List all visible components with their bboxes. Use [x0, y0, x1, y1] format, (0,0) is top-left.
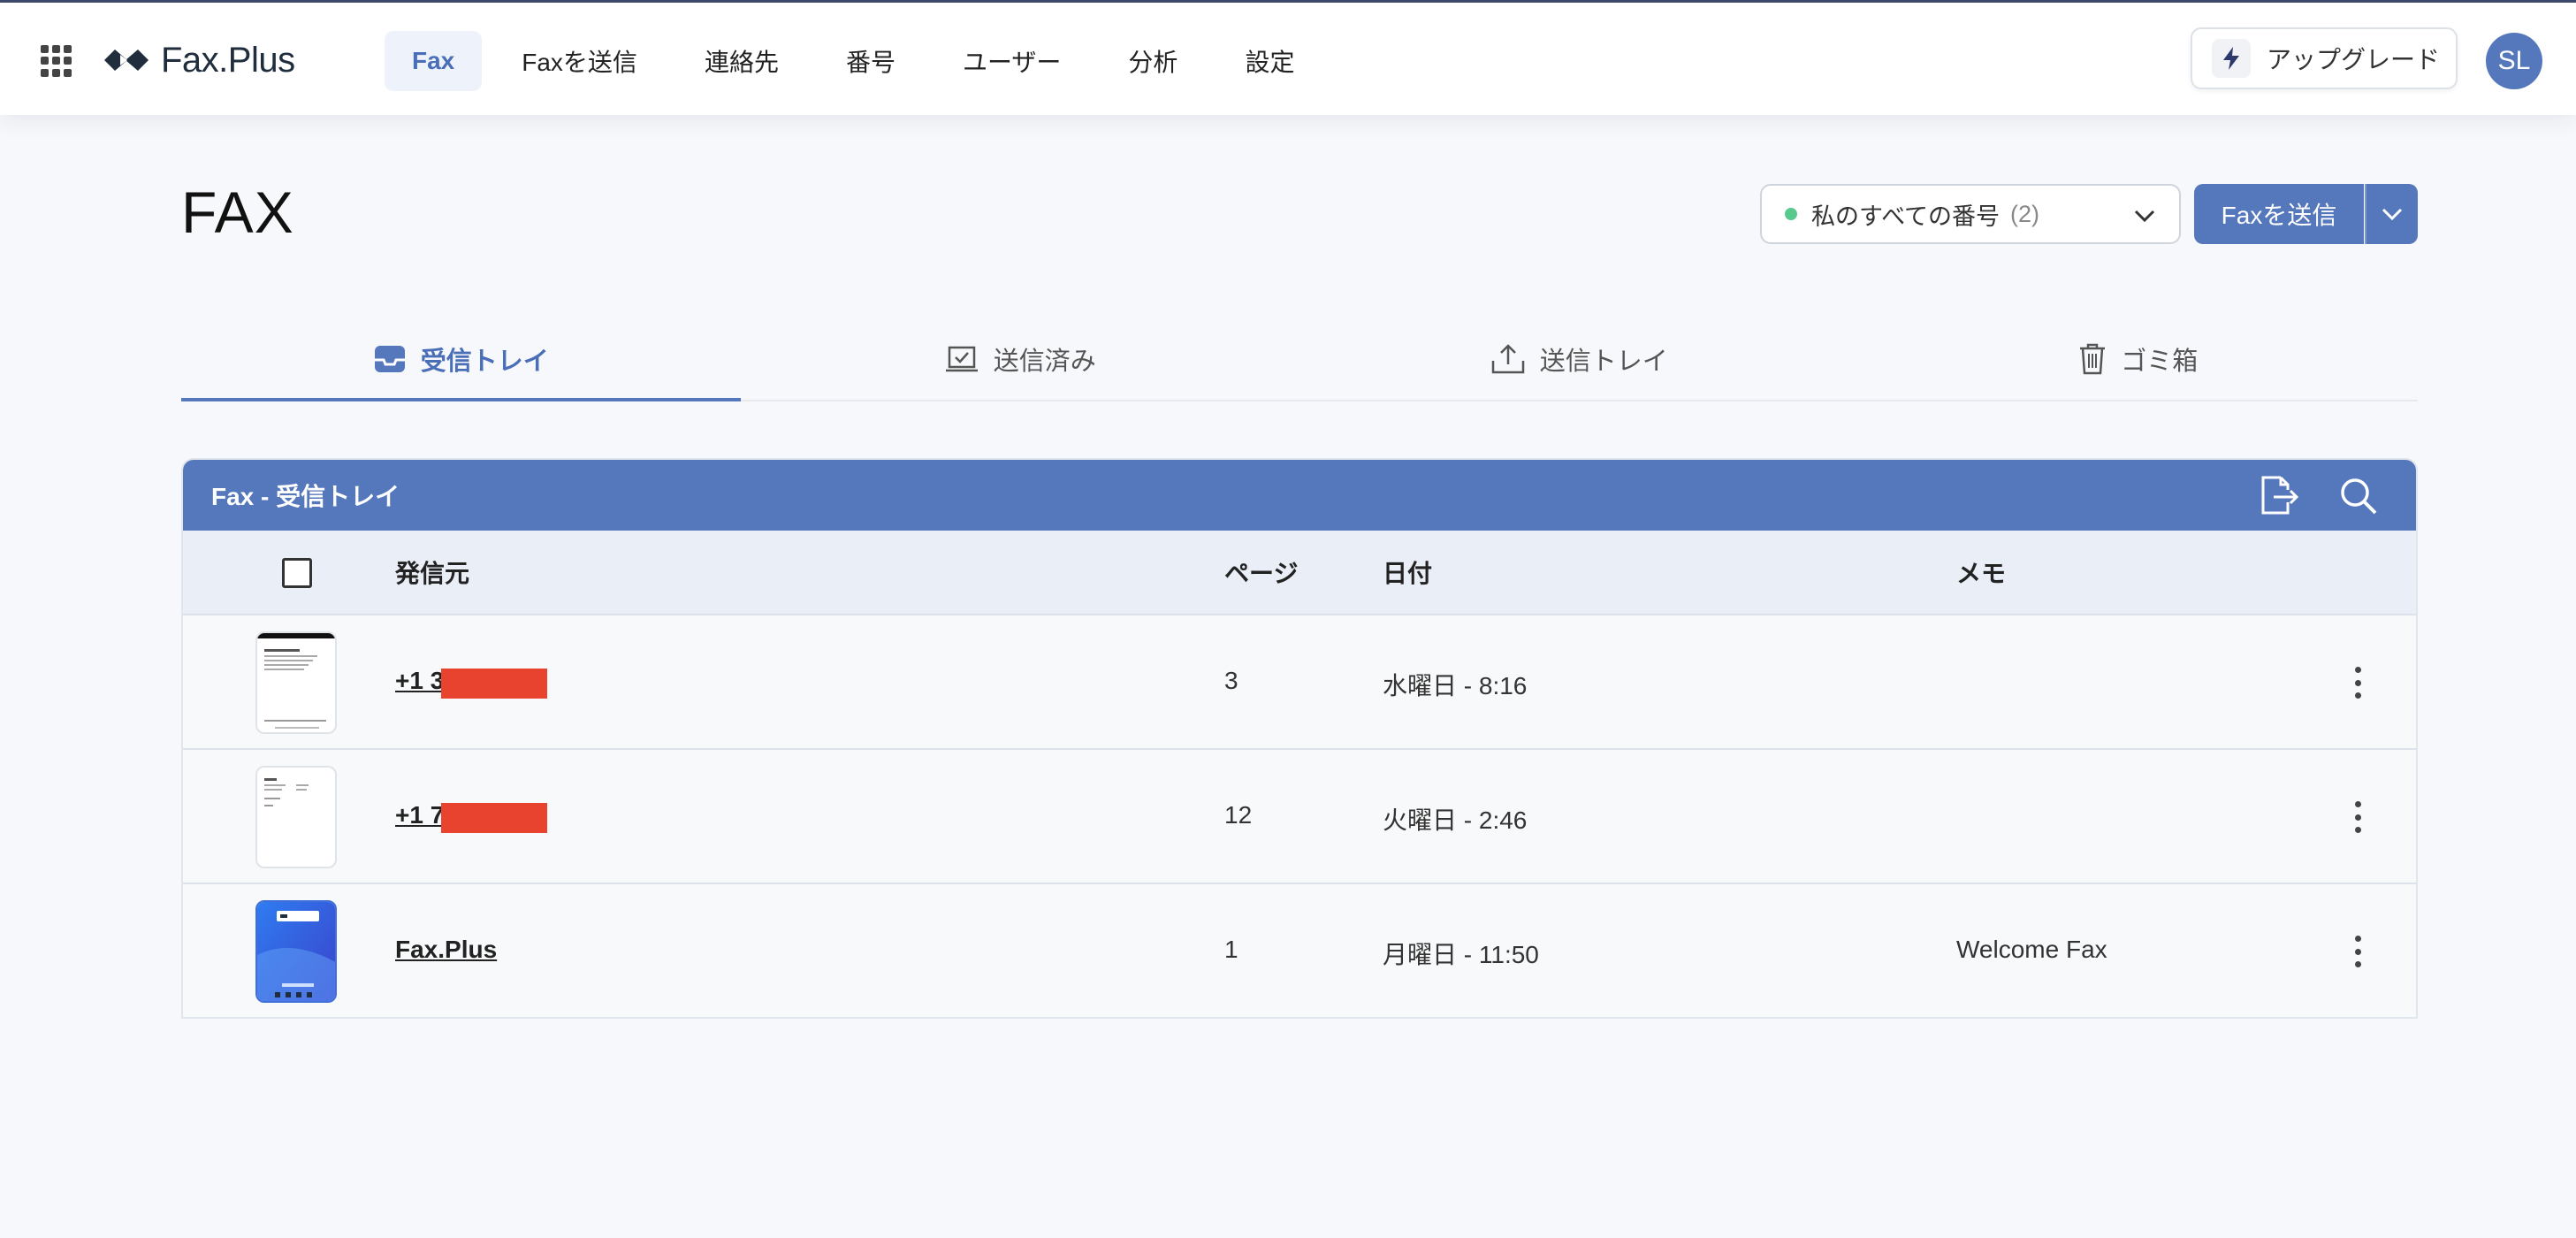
document-preview-icon — [264, 778, 309, 806]
nav-analytics[interactable]: 分析 — [1101, 31, 1205, 91]
welcome-fax-preview-icon — [257, 902, 335, 1001]
table-row[interactable]: +1 7 66 12 火曜日 - 2:46 — [183, 750, 2416, 884]
page-count: 1 — [1224, 936, 1238, 963]
fax-thumbnail[interactable] — [255, 766, 337, 868]
tab-outbox[interactable]: 送信トレイ — [1299, 318, 1859, 400]
more-vertical-icon[interactable] — [2347, 663, 2368, 702]
table-title: Fax - 受信トレイ — [211, 483, 400, 510]
upgrade-label: アップグレード — [2267, 46, 2441, 73]
page-count: 3 — [1224, 667, 1238, 694]
fax-thumbnail[interactable] — [255, 900, 337, 1003]
top-navbar: Fax.Plus Fax Faxを送信 連絡先 番号 ユーザー 分析 設定 アッ… — [0, 3, 2576, 115]
upgrade-button[interactable]: アップグレード — [2191, 27, 2458, 89]
nav-settings[interactable]: 設定 — [1217, 31, 1322, 91]
chevron-down-icon — [2382, 208, 2403, 221]
more-vertical-icon[interactable] — [2347, 932, 2368, 971]
table-row[interactable]: Fax.Plus 1 月曜日 - 11:50 Welcome Fax — [183, 884, 2416, 1017]
number-filter-select[interactable]: 私のすべての番号 (2) — [1760, 184, 2181, 244]
chevron-down-icon — [2134, 210, 2155, 223]
column-date[interactable]: 日付 — [1383, 554, 1432, 590]
more-vertical-icon[interactable] — [2347, 798, 2368, 837]
fax-table: Fax - 受信トレイ 発信元 ページ 日付 メモ +1 3 00 3 水曜日 … — [181, 458, 2418, 1019]
upload-icon — [1491, 344, 1524, 374]
tab-inbox-label: 受信トレイ — [420, 348, 549, 376]
folder-tabs: 受信トレイ 送信済み 送信トレイ ゴミ箱 — [181, 318, 2418, 401]
faxplus-logo-icon — [104, 50, 149, 71]
app-logo[interactable]: Fax.Plus — [101, 38, 295, 82]
trash-icon — [2080, 343, 2106, 375]
inbox-icon — [374, 346, 405, 372]
tab-sent-label: 送信済み — [993, 348, 1096, 376]
column-memo[interactable]: メモ — [1956, 554, 2006, 590]
memo-text: Welcome Fax — [1956, 936, 2107, 963]
tab-inbox[interactable]: 受信トレイ — [181, 318, 741, 401]
status-dot-icon — [1785, 208, 1797, 220]
nav-fax[interactable]: Fax — [385, 31, 483, 91]
nav-users[interactable]: ユーザー — [935, 31, 1088, 91]
fax-thumbnail[interactable] — [255, 631, 337, 734]
export-icon[interactable] — [2256, 474, 2300, 516]
send-fax-button[interactable]: Faxを送信 — [2194, 184, 2364, 244]
table-row[interactable]: +1 3 00 3 水曜日 - 8:16 — [183, 615, 2416, 750]
page-count: 12 — [1224, 801, 1253, 829]
number-filter-count: (2) — [2010, 200, 2040, 227]
send-fax-dropdown-button[interactable] — [2365, 184, 2418, 244]
nav-contacts[interactable]: 連絡先 — [677, 31, 806, 91]
received-date: 火曜日 - 2:46 — [1383, 806, 1528, 834]
tab-trash-label: ゴミ箱 — [2121, 348, 2199, 376]
sender-link[interactable]: Fax.Plus — [395, 936, 497, 964]
received-date: 月曜日 - 11:50 — [1383, 941, 1539, 968]
column-sender[interactable]: 発信元 — [395, 554, 469, 590]
document-preview-icon — [257, 633, 335, 729]
nav-send-fax[interactable]: Faxを送信 — [494, 31, 665, 91]
tab-outbox-label: 送信トレイ — [1539, 348, 1668, 376]
nav-numbers[interactable]: 番号 — [819, 31, 923, 91]
table-header-row: 発信元 ページ 日付 メモ — [183, 531, 2416, 615]
main-nav: Fax Faxを送信 連絡先 番号 ユーザー 分析 設定 — [385, 31, 1334, 91]
page-title: FAX — [181, 180, 294, 245]
apps-grid-icon[interactable] — [41, 45, 72, 77]
user-avatar[interactable]: SL — [2486, 33, 2542, 89]
redaction-box — [441, 803, 547, 833]
app-logo-text: Fax.Plus — [161, 40, 295, 80]
number-filter-label: 私のすべての番号 — [1811, 203, 2001, 230]
tab-trash[interactable]: ゴミ箱 — [1859, 318, 2419, 400]
received-date: 水曜日 - 8:16 — [1383, 672, 1528, 699]
tab-sent[interactable]: 送信済み — [741, 318, 1300, 400]
select-all-checkbox[interactable] — [282, 558, 312, 588]
search-icon[interactable] — [2338, 476, 2379, 516]
column-pages[interactable]: ページ — [1224, 554, 1298, 590]
table-toolbar: Fax - 受信トレイ — [183, 460, 2416, 531]
bolt-icon — [2212, 39, 2251, 78]
redaction-box — [441, 669, 547, 699]
sent-tray-icon — [945, 346, 978, 372]
